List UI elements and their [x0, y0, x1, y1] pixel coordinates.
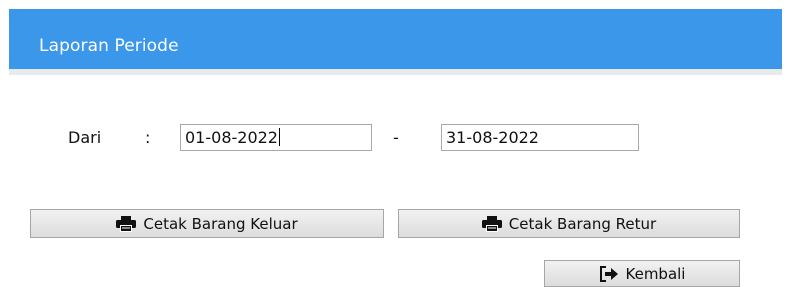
text-caret: [278, 128, 280, 146]
from-date-value: 01-08-2022: [185, 128, 278, 147]
back-label: Kembali: [625, 264, 686, 283]
to-date-value: 31-08-2022: [446, 128, 539, 147]
range-separator: -: [393, 128, 399, 147]
back-button[interactable]: Kembali: [544, 260, 740, 287]
print-retur-label: Cetak Barang Retur: [508, 214, 657, 233]
from-date-input[interactable]: 01-08-2022: [180, 124, 372, 151]
colon-label: :: [145, 128, 151, 147]
printer-icon: [116, 215, 137, 232]
print-keluar-label: Cetak Barang Keluar: [143, 214, 298, 233]
page-title: Laporan Periode: [39, 36, 179, 56]
to-date-input[interactable]: 31-08-2022: [441, 124, 639, 151]
sign-out-icon: [599, 265, 619, 282]
header-bar: Laporan Periode: [9, 9, 782, 69]
from-label: Dari: [68, 128, 102, 147]
header-divider: [9, 69, 782, 75]
print-retur-button[interactable]: Cetak Barang Retur: [398, 209, 740, 238]
print-keluar-button[interactable]: Cetak Barang Keluar: [30, 209, 384, 238]
printer-icon: [481, 215, 502, 232]
